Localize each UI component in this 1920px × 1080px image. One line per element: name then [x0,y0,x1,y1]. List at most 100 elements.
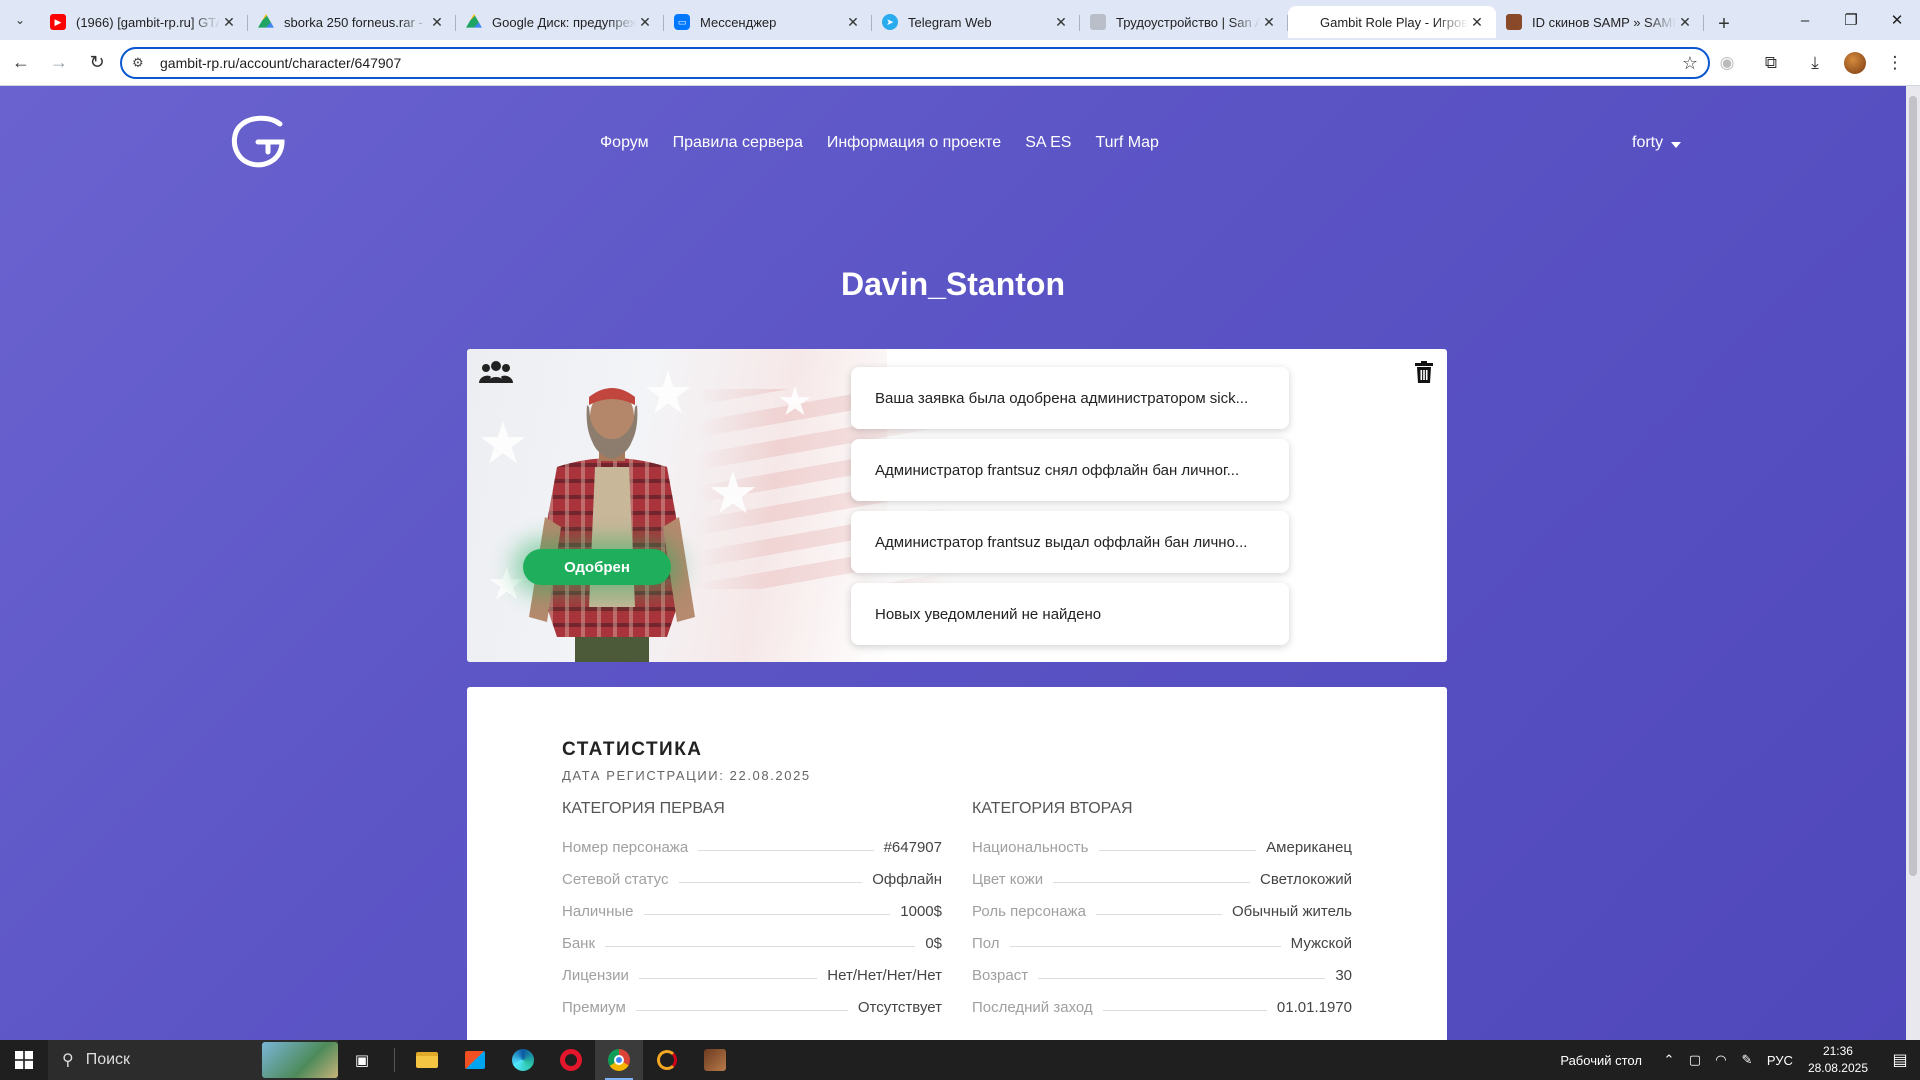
site-nav: Форум Правила сервера Информация о проек… [600,134,1159,152]
chrome-icon[interactable] [595,1040,643,1080]
stat-row: Роль персонажа Обычный житель [972,888,1352,920]
browser-tab[interactable]: Трудоустройство | San A ✕ [1080,6,1288,38]
leader-line [678,882,863,883]
desktop-label[interactable]: Рабочий стол [1560,1053,1642,1068]
minimize-icon[interactable]: – [1782,0,1828,40]
browser-tab[interactable]: ➤ Telegram Web ✕ [872,6,1080,38]
download-icon[interactable]: ⤓ [1800,46,1830,80]
stat-row: Премиум Отсутствует [562,984,942,1016]
opera-icon[interactable] [547,1040,595,1080]
leader-line [643,914,891,915]
game-icon[interactable] [691,1040,739,1080]
nav-forum[interactable]: Форум [600,134,649,152]
close-tab-icon[interactable]: ✕ [1676,14,1694,31]
pen-icon[interactable]: ✎ [1734,1052,1760,1068]
close-tab-icon[interactable]: ✕ [1468,14,1486,31]
page-content: Форум Правила сервера Информация о проек… [0,86,1920,1040]
close-tab-icon[interactable]: ✕ [220,14,238,31]
task-view-icon[interactable]: ▣ [338,1040,386,1080]
close-tab-icon[interactable]: ✕ [844,14,862,31]
leader-line [698,850,874,851]
new-tab-button[interactable]: + [1708,8,1740,40]
clock[interactable]: 21:36 28.08.2025 [1808,1043,1868,1077]
close-tab-icon[interactable]: ✕ [636,14,654,31]
nav-sa-es[interactable]: SA ES [1025,134,1071,152]
device-icon[interactable]: ▢ [1682,1052,1708,1068]
wifi-icon[interactable]: ◠ [1708,1052,1734,1068]
address-bar[interactable]: ⚙ gambit-rp.ru/account/character/647907 … [120,47,1710,79]
stat-value: Светлокожий [1260,871,1352,888]
reload-button[interactable]: ↻ [80,46,114,80]
browser-tab[interactable]: ▶ (1966) [gambit-rp.ru] GTA ✕ [40,6,248,38]
nav-turf-map[interactable]: Turf Map [1095,134,1158,152]
nav-project-info[interactable]: Информация о проекте [827,134,1001,152]
stat-row: Лицензии Нет/Нет/Нет/Нет [562,952,942,984]
edge-icon[interactable] [499,1040,547,1080]
stats-title: СТАТИСТИКА [562,739,703,760]
stat-label: Премиум [562,999,626,1016]
browser-menu-icon[interactable]: ⋮ [1880,46,1910,80]
browser-tab[interactable]: Google Диск: предупреж ✕ [456,6,664,38]
nav-rules[interactable]: Правила сервера [673,134,803,152]
notification-item[interactable]: Администратор frantsuz снял оффлайн бан … [851,439,1289,501]
extensions-puzzle-icon[interactable]: ⧉ [1756,46,1786,80]
notification-item[interactable]: Администратор frantsuz выдал оффлайн бан… [851,511,1289,573]
microsoft-store-icon[interactable] [451,1040,499,1080]
browser-tab[interactable]: ID скинов SAMP » SAMP ✕ [1496,6,1704,38]
character-skin-image [529,388,695,662]
chevron-up-icon[interactable]: ⌃ [1656,1052,1682,1068]
registration-date: ДАТА РЕГИСТРАЦИИ: 22.08.2025 [562,768,811,783]
trash-icon[interactable] [1415,361,1433,383]
notification-empty: Новых уведомлений не найдено [851,583,1289,645]
stat-label: Возраст [972,967,1029,984]
bookmark-star-icon[interactable]: ☆ [1682,53,1698,74]
notification-center-icon[interactable]: ▤ [1880,1050,1920,1070]
forward-button[interactable]: → [42,46,76,80]
stat-label: Роль персонажа [972,903,1086,920]
stats-card: СТАТИСТИКА ДАТА РЕГИСТРАЦИИ: 22.08.2025 … [467,687,1447,1040]
gambit-logo[interactable] [228,114,288,170]
stat-row: Пол Мужской [972,920,1352,952]
windows-start-button[interactable] [0,1040,48,1080]
vk-messenger-icon: ▭ [674,14,690,30]
browser-tab-active[interactable]: Gambit Role Play - Игров ✕ [1288,6,1496,38]
page-scrollbar[interactable] [1906,86,1920,1040]
browser-tab[interactable]: sborka 250 forneus.rar - G ✕ [248,6,456,38]
notification-item[interactable]: Ваша заявка была одобрена администраторо… [851,367,1289,429]
youtube-icon: ▶ [50,14,66,30]
browser-tab[interactable]: ▭ Мессенджер ✕ [664,6,872,38]
extension-circle-icon[interactable]: ◉ [1712,46,1742,80]
windows-logo-icon [15,1051,33,1069]
profile-avatar[interactable] [1844,52,1866,74]
close-tab-icon[interactable]: ✕ [1052,14,1070,31]
scrollbar-thumb[interactable] [1909,96,1917,876]
file-explorer-icon[interactable] [403,1040,451,1080]
close-tab-icon[interactable]: ✕ [428,14,446,31]
stat-row: Возраст 30 [972,952,1352,984]
user-menu[interactable]: forty [1632,134,1682,152]
status-badge: Одобрен [523,549,671,585]
taskbar-separator [394,1048,395,1072]
stat-row: Номер персонажа #647907 [562,824,942,856]
app-launcher-icon[interactable] [643,1040,691,1080]
back-button[interactable]: ← [4,46,38,80]
language-indicator[interactable]: РУС [1760,1053,1800,1068]
close-tab-icon[interactable]: ✕ [1260,14,1278,31]
site-settings-icon[interactable]: ⚙ [132,55,152,71]
taskbar-search[interactable]: ⚲ Поиск [48,1040,338,1080]
system-tray: Рабочий стол ⌃ ▢ ◠ ✎ РУС 21:36 28.08.202… [1560,1040,1920,1080]
stat-value: Оффлайн [872,871,942,888]
star-decoration: ★ [777,380,813,424]
search-placeholder: Поиск [85,1051,131,1068]
tab-search-button[interactable]: ⌄ [0,0,40,40]
tab-title: Gambit Role Play - Игров [1320,14,1468,30]
google-drive-icon [258,14,274,28]
stats-category-first: КАТЕГОРИЯ ПЕРВАЯ Номер персонажа #647907 … [562,800,942,1016]
close-window-icon[interactable]: ✕ [1874,0,1920,40]
url-text[interactable]: gambit-rp.ru/account/character/647907 [160,55,1682,71]
restore-icon[interactable]: ❐ [1828,0,1874,40]
group-icon[interactable] [479,359,513,385]
stat-label: Номер персонажа [562,839,689,856]
stat-row: Последний заход 01.01.1970 [972,984,1352,1016]
browser-toolbar: ← → ↻ ⚙ gambit-rp.ru/account/character/6… [0,40,1920,86]
